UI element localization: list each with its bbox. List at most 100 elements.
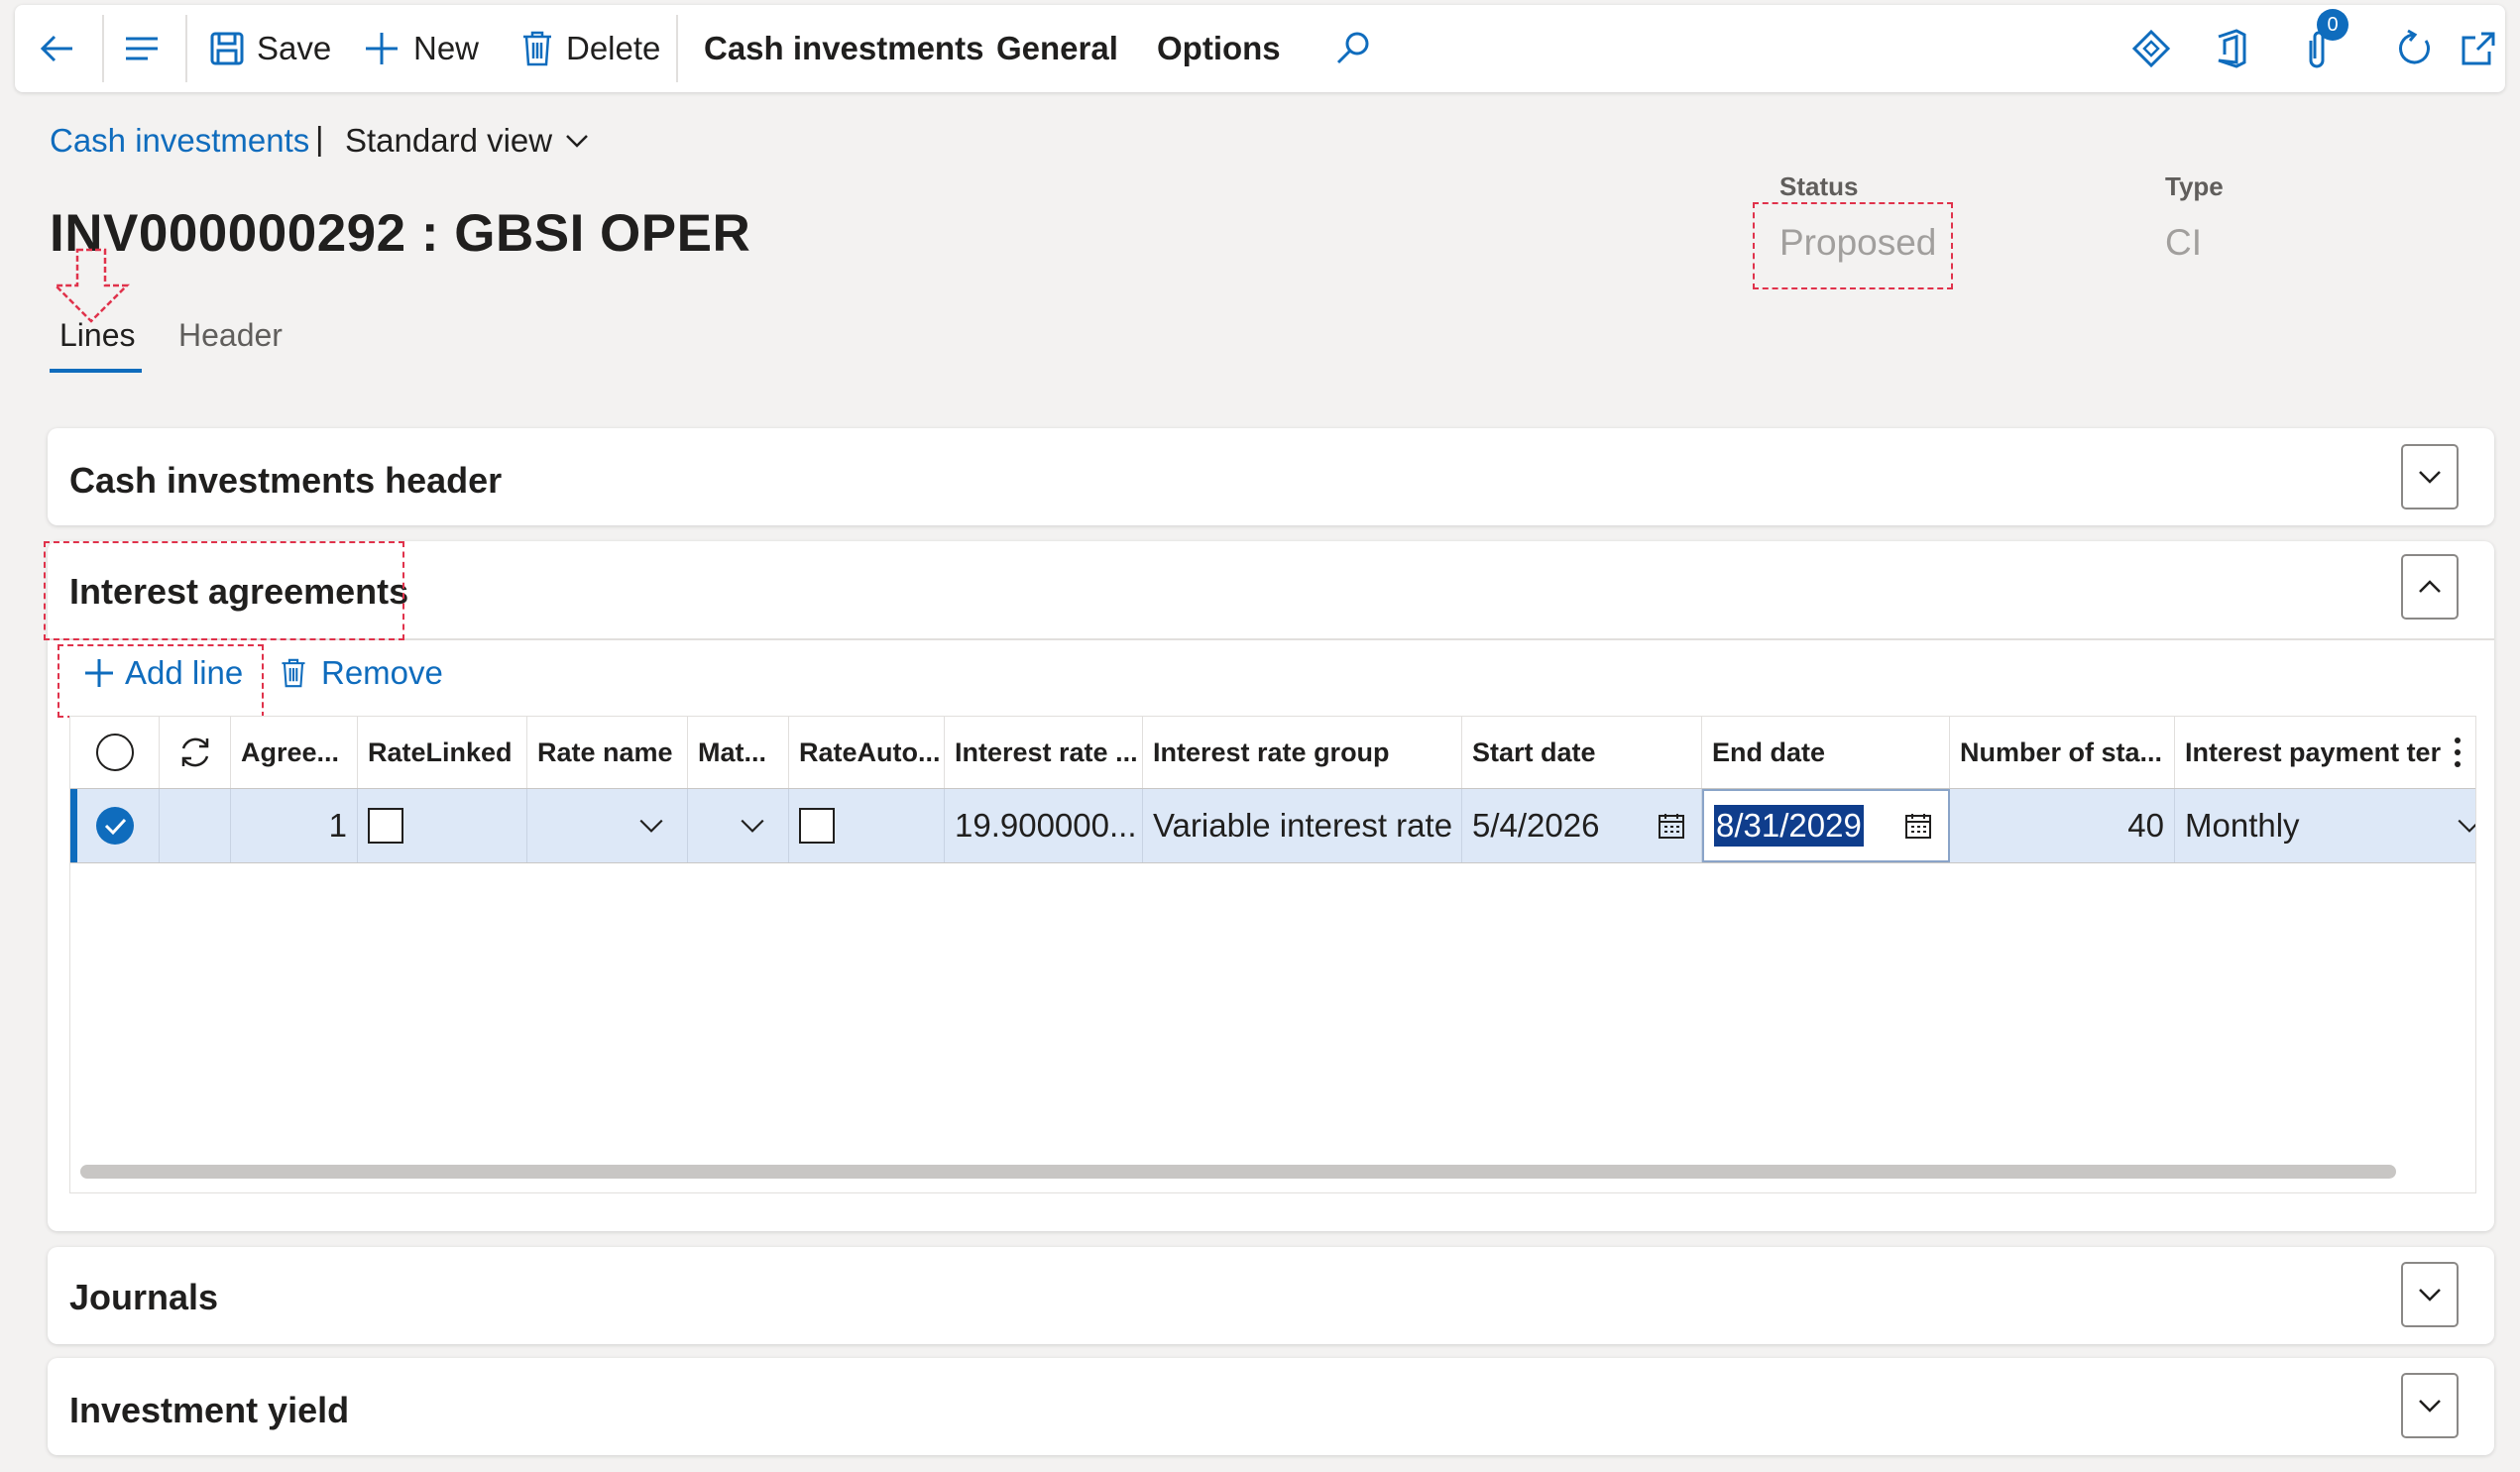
- back-button[interactable]: [37, 5, 76, 92]
- interest-agreements-grid: Agree... RateLinked Rate name Mat... Rat…: [69, 716, 2476, 1193]
- interest-rate-cell[interactable]: 19.900000...: [945, 789, 1143, 862]
- save-button[interactable]: Save: [209, 5, 331, 92]
- table-row[interactable]: 1 19.900000... Variable interest rate 5/…: [70, 788, 2475, 863]
- save-icon: [209, 31, 245, 66]
- number-of-statements-cell[interactable]: 40: [1950, 789, 2175, 862]
- checkmark-circle-icon: [95, 806, 135, 846]
- menu-label: Options: [1157, 30, 1281, 66]
- select-all-header[interactable]: [70, 717, 160, 788]
- remove-button[interactable]: Remove: [280, 654, 443, 692]
- menu-button[interactable]: [122, 5, 162, 92]
- type-label: Type: [2165, 171, 2224, 201]
- row-select-cell[interactable]: [70, 789, 160, 862]
- column-header[interactable]: Mat...: [688, 717, 789, 788]
- rate-auto-cell[interactable]: [789, 789, 945, 862]
- popout-icon: [2460, 30, 2497, 67]
- breadcrumb-link[interactable]: Cash investments: [50, 122, 309, 160]
- chevron-down-icon[interactable]: [739, 812, 766, 840]
- column-header[interactable]: RateAuto...: [789, 717, 945, 788]
- maturity-cell[interactable]: [688, 789, 789, 862]
- paperclip-icon: 0: [2297, 9, 2348, 70]
- end-date-cell[interactable]: 8/31/2029: [1702, 789, 1950, 862]
- column-header[interactable]: End date: [1702, 717, 1950, 788]
- refresh-icon: [175, 733, 215, 772]
- rate-auto-checkbox[interactable]: [799, 808, 835, 844]
- page-title: INV000000292 : GBSI OPER: [50, 204, 751, 263]
- trash-icon: [520, 30, 554, 67]
- search-button[interactable]: [1333, 5, 1373, 92]
- column-header[interactable]: Rate name: [527, 717, 688, 788]
- collapse-button[interactable]: [2401, 554, 2459, 620]
- column-header-last[interactable]: Interest payment ter: [2175, 717, 2475, 788]
- power-apps-button[interactable]: [2131, 5, 2171, 92]
- toolbar-divider: [676, 15, 678, 82]
- section-cash-investments-header: Cash investments header: [48, 428, 2494, 525]
- section-title: Journals: [69, 1277, 219, 1317]
- section-journals: Journals: [48, 1247, 2494, 1344]
- attachments-button[interactable]: 0: [2297, 5, 2348, 92]
- action-toolbar: Save New Delete Cash investments General…: [15, 5, 2505, 92]
- new-label: New: [413, 30, 480, 66]
- tab-header[interactable]: Header: [178, 317, 283, 354]
- refresh-column-header[interactable]: [160, 717, 231, 788]
- notification-badge: 0: [2317, 9, 2348, 41]
- calendar-icon[interactable]: [1658, 812, 1685, 840]
- annotation-arrow-icon: [52, 248, 131, 328]
- menu-options[interactable]: Options: [1157, 5, 1281, 92]
- radio-circle-icon: [95, 734, 134, 771]
- column-header[interactable]: Number of sta...: [1950, 717, 2175, 788]
- rate-linked-checkbox[interactable]: [368, 808, 403, 844]
- plus-icon: [362, 29, 401, 68]
- breadcrumb-separator: |: [315, 120, 324, 157]
- remove-label: Remove: [321, 654, 443, 691]
- rate-linked-cell[interactable]: [358, 789, 527, 862]
- start-date-value: 5/4/2026: [1472, 807, 1600, 844]
- end-date-value[interactable]: 8/31/2029: [1714, 805, 1864, 847]
- rate-name-cell[interactable]: [527, 789, 688, 862]
- trash-icon: [280, 657, 307, 689]
- refresh-icon: [2394, 29, 2434, 68]
- open-new-window-button[interactable]: [2460, 5, 2497, 92]
- column-header[interactable]: Agree...: [231, 717, 358, 788]
- delete-button[interactable]: Delete: [520, 5, 660, 92]
- expand-button[interactable]: [2401, 444, 2459, 510]
- column-header[interactable]: Interest rate ...: [945, 717, 1143, 788]
- chevron-down-icon: [2417, 1282, 2443, 1307]
- menu-cash-investments[interactable]: Cash investments: [704, 5, 983, 92]
- row-refresh-cell: [160, 789, 231, 862]
- start-date-cell[interactable]: 5/4/2026: [1462, 789, 1702, 862]
- column-header[interactable]: RateLinked: [358, 717, 527, 788]
- calendar-icon[interactable]: [1904, 812, 1932, 840]
- refresh-button[interactable]: [2394, 5, 2434, 92]
- section-investment-yield: Investment yield: [48, 1358, 2494, 1455]
- annotation-highlight: [44, 541, 404, 640]
- interest-rate-group-cell[interactable]: Variable interest rate: [1143, 789, 1462, 862]
- office-button[interactable]: [2213, 5, 2248, 92]
- view-selector[interactable]: Standard view: [345, 122, 590, 160]
- interest-payment-term-cell[interactable]: Monthly: [2175, 789, 2475, 862]
- type-value: CI: [2165, 222, 2202, 263]
- horizontal-scrollbar[interactable]: [80, 1165, 2396, 1179]
- chevron-up-icon: [2417, 574, 2443, 600]
- status-label: Status: [1779, 171, 1859, 201]
- chevron-down-icon[interactable]: [2456, 812, 2475, 840]
- column-header-label: Interest payment ter: [2185, 736, 2442, 767]
- menu-label: Cash investments: [704, 30, 984, 66]
- chevron-down-icon[interactable]: [637, 812, 665, 840]
- office-icon: [2213, 29, 2248, 68]
- menu-general[interactable]: General: [996, 5, 1118, 92]
- expand-button[interactable]: [2401, 1373, 2459, 1438]
- column-header[interactable]: Start date: [1462, 717, 1702, 788]
- section-title: Investment yield: [69, 1390, 350, 1430]
- diamond-icon: [2131, 29, 2171, 68]
- agreement-cell[interactable]: 1: [231, 789, 358, 862]
- search-icon: [1333, 29, 1373, 68]
- expand-button[interactable]: [2401, 1262, 2459, 1327]
- column-header[interactable]: Interest rate group: [1143, 717, 1462, 788]
- chevron-down-icon: [564, 128, 590, 154]
- new-button[interactable]: New: [362, 5, 479, 92]
- section-title: Cash investments header: [69, 460, 503, 501]
- back-arrow-icon: [37, 29, 76, 68]
- more-options-icon[interactable]: [2454, 736, 2462, 768]
- menu-label: General: [996, 30, 1118, 66]
